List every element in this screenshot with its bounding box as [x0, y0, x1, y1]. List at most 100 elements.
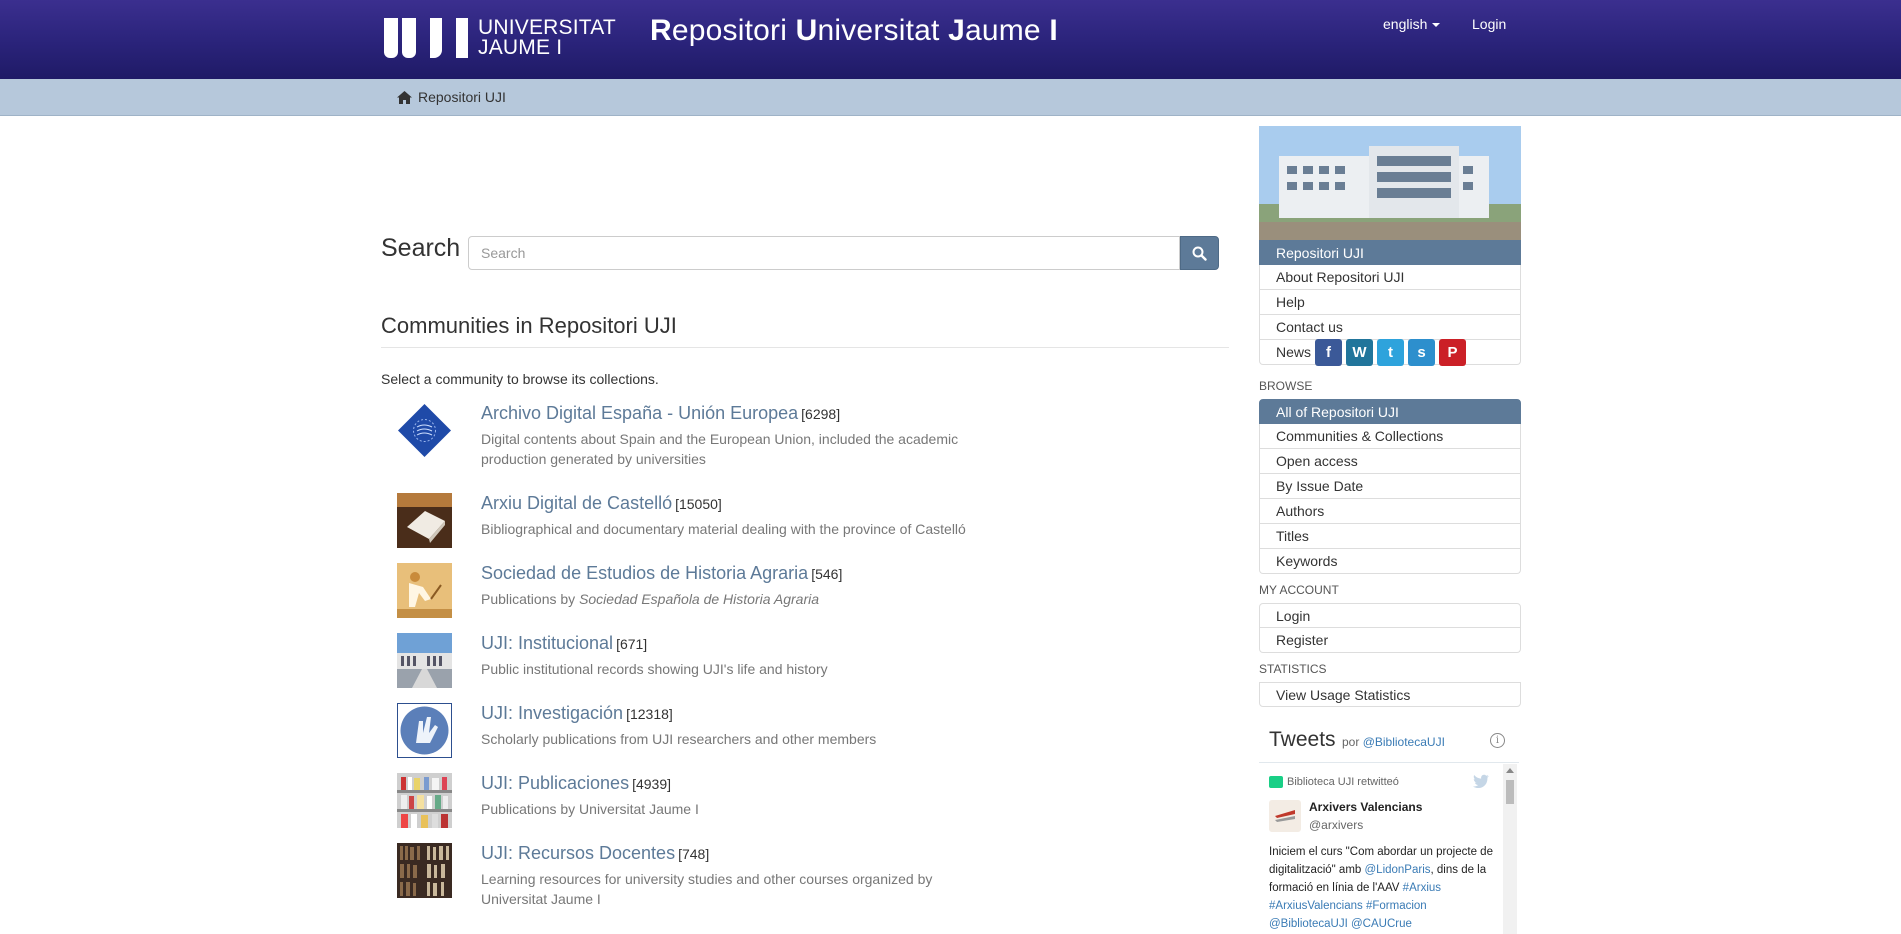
scroll-up-icon[interactable] [1506, 768, 1514, 773]
community-title: UJI: Recursos Docentes [748] [481, 843, 709, 864]
community-link[interactable]: Sociedad de Estudios de Historia Agraria [481, 563, 808, 583]
uji-logo[interactable]: UNIVERSITAT JAUME I [384, 16, 616, 59]
logo-text: UNIVERSITAT JAUME I [478, 16, 616, 59]
item-count: [546] [811, 566, 843, 582]
search-button[interactable] [1180, 236, 1219, 270]
account-login[interactable]: Login [1259, 603, 1521, 628]
browse-authors[interactable]: Authors [1259, 499, 1521, 524]
caret-down-icon [1432, 23, 1441, 28]
tweet-link[interactable]: #ArxiusValencians [1269, 900, 1363, 912]
community-description: Publications by Sociedad Española de His… [481, 589, 1001, 609]
view-usage-statistics[interactable]: View Usage Statistics [1259, 682, 1521, 707]
browse-issue-date[interactable]: By Issue Date [1259, 474, 1521, 499]
account-register[interactable]: Register [1259, 628, 1521, 653]
menu-news: News f W t s P [1259, 338, 1521, 366]
community-link[interactable]: UJI: Publicaciones [481, 773, 629, 793]
twitter-bird-icon[interactable] [1473, 774, 1489, 788]
item-count: [748] [678, 846, 710, 862]
browse-all[interactable]: All of Repositori UJI [1259, 399, 1521, 424]
news-label: News [1276, 344, 1312, 360]
tweet-link[interactable]: @CAUCrue [1351, 918, 1412, 930]
community-link[interactable]: UJI: Investigación [481, 703, 623, 723]
library-photo-icon[interactable] [397, 843, 452, 898]
book-photo-icon[interactable] [397, 493, 452, 548]
breadcrumb-home-link: Repositori UJI [418, 89, 506, 105]
bookshelf-photo-icon[interactable] [397, 773, 452, 828]
facebook-icon[interactable]: f [1315, 338, 1343, 366]
site-title[interactable]: Repositori Universitat Jaume I [650, 14, 1058, 48]
info-icon[interactable]: i [1490, 733, 1505, 748]
language-label: english [1383, 16, 1428, 32]
search-icon [1192, 246, 1207, 261]
tweet-link[interactable]: #Arxius [1403, 882, 1441, 894]
title-part: niversitat [817, 14, 949, 47]
community-description: Bibliographical and documentary material… [481, 521, 966, 537]
community-description: Digital contents about Spain and the Eur… [481, 431, 959, 467]
my-account-heading: MY ACCOUNT [1259, 583, 1339, 597]
breadcrumb[interactable]: Repositori UJI [397, 89, 506, 105]
retweet-icon [1269, 776, 1283, 788]
statistics-heading: STATISTICS [1259, 662, 1327, 676]
title-part: U [795, 14, 818, 47]
header-login-link[interactable]: Login [1472, 16, 1506, 32]
campus-building-image [1259, 126, 1521, 240]
logo-line1: UNIVERSITAT [478, 16, 616, 39]
tweet-link[interactable]: @BibliotecaUJI [1269, 918, 1348, 930]
account-menu: Login Register [1259, 603, 1521, 653]
farmer-photo-icon[interactable] [397, 563, 452, 618]
menu-contact[interactable]: Contact us [1259, 315, 1521, 340]
logo-line2: JAUME I [478, 36, 563, 59]
search-input[interactable] [468, 236, 1180, 270]
menu-repositori-uji[interactable]: Repositori UJI [1259, 240, 1521, 265]
browse-titles[interactable]: Titles [1259, 524, 1521, 549]
item-count: [12318] [626, 706, 673, 722]
twitter-icon[interactable]: t [1377, 338, 1405, 366]
communities-heading: Communities in Repositori UJI [381, 313, 677, 338]
browse-heading: BROWSE [1259, 379, 1313, 393]
wordpress-icon[interactable]: W [1346, 338, 1374, 366]
community-link[interactable]: Arxiu Digital de Castelló [481, 493, 672, 513]
tweets-heading: Tweets [1269, 728, 1336, 751]
timeline-scrollbar[interactable] [1503, 764, 1517, 934]
community-link[interactable]: UJI: Recursos Docentes [481, 843, 675, 863]
divider [381, 347, 1229, 348]
title-part: R [650, 14, 672, 47]
tweet-link[interactable]: #Formacion [1366, 900, 1427, 912]
community-link[interactable]: UJI: Institucional [481, 633, 613, 653]
uji-logo-mark-icon [384, 18, 468, 58]
menu-about[interactable]: About Repositori UJI [1259, 265, 1521, 290]
breadcrumb-bar: Repositori UJI [0, 79, 1901, 116]
author-name[interactable]: Arxivers Valencians [1309, 800, 1422, 814]
campus-photo-icon[interactable] [397, 633, 452, 688]
tweets-handle-link[interactable]: @BibliotecaUJI [1363, 735, 1445, 749]
browse-open-access[interactable]: Open access [1259, 449, 1521, 474]
tweet-link[interactable]: @LidonParis [1365, 864, 1431, 876]
browse-menu: All of Repositori UJI Communities & Coll… [1259, 399, 1521, 574]
pinterest-icon[interactable]: P [1439, 338, 1467, 366]
eu-logo-icon[interactable] [397, 403, 452, 458]
research-logo-icon[interactable] [397, 703, 452, 758]
community-title: Sociedad de Estudios de Historia Agraria… [481, 563, 842, 584]
community-title: UJI: Institucional [671] [481, 633, 647, 654]
community-description: Scholarly publications from UJI research… [481, 731, 877, 747]
item-count: [6298] [801, 406, 841, 422]
community-description: Learning resources for university studie… [481, 871, 933, 907]
social-links: f W t s P [1315, 338, 1467, 366]
desc-prefix: Publications by [481, 591, 580, 607]
community-title: Archivo Digital España - Unión Europea [6… [481, 403, 840, 424]
menu-help[interactable]: Help [1259, 290, 1521, 315]
community-title: UJI: Publicaciones [4939] [481, 773, 671, 794]
author-avatar[interactable] [1269, 800, 1301, 832]
author-handle[interactable]: @arxivers [1309, 818, 1363, 832]
scrollbar-thumb[interactable] [1506, 780, 1514, 804]
title-part: epositori [671, 14, 796, 47]
community-description: Public institutional records showing UJI… [481, 661, 828, 677]
repository-menu: Repositori UJI About Repositori UJI Help… [1259, 240, 1521, 366]
browse-keywords[interactable]: Keywords [1259, 549, 1521, 574]
slideshare-icon[interactable]: s [1408, 338, 1436, 366]
tweet-text: Iniciem el curs "Com abordar un projecte… [1269, 843, 1499, 933]
language-dropdown[interactable]: english [1383, 16, 1441, 32]
community-link[interactable]: Archivo Digital España - Unión Europea [481, 403, 798, 423]
community-title: UJI: Investigación [12318] [481, 703, 673, 724]
browse-communities[interactable]: Communities & Collections [1259, 424, 1521, 449]
